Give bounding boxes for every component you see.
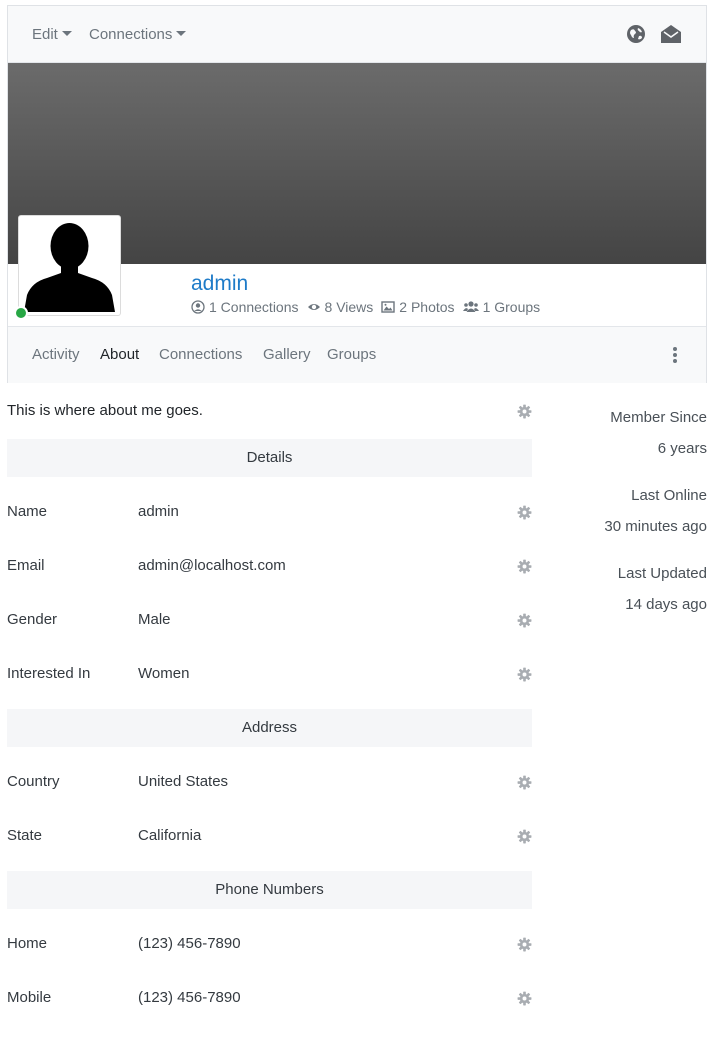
tab-groups[interactable]: Groups: [327, 346, 376, 363]
profile-username[interactable]: admin: [191, 272, 248, 296]
field-label-home: Home: [7, 935, 48, 952]
last-online-label: Last Online: [631, 487, 707, 504]
online-status-dot: [14, 306, 28, 320]
stat-connections[interactable]: 1 Connections: [191, 299, 299, 315]
stat-groups[interactable]: 1 Groups: [462, 299, 541, 315]
gear-icon[interactable]: [517, 775, 532, 790]
field-value-interested-in: Women: [138, 665, 190, 682]
stat-photos[interactable]: 2 Photos: [381, 299, 455, 315]
field-value-country: United States: [138, 773, 229, 790]
member-since-label: Member Since: [610, 409, 707, 426]
field-label-state: State: [7, 827, 43, 844]
kebab-icon[interactable]: [672, 347, 678, 365]
field-value-name: admin: [138, 503, 179, 520]
member-since-value: 6 years: [657, 440, 707, 457]
eye-icon: [307, 304, 320, 310]
gear-icon[interactable]: [517, 613, 532, 628]
last-updated-value: 14 days ago: [625, 596, 707, 613]
stat-connections-label: 1 Connections: [209, 299, 299, 315]
gear-icon[interactable]: [517, 505, 532, 520]
field-label-name: Name: [7, 503, 48, 520]
field-label-mobile: Mobile: [7, 989, 52, 1006]
stat-views[interactable]: 8 Views: [307, 299, 374, 315]
field-label-gender: Gender: [7, 611, 58, 628]
caret-down-icon: [176, 31, 187, 36]
about-text: This is where about me goes.: [7, 402, 203, 419]
edit-dropdown-button[interactable]: Edit: [32, 26, 72, 43]
user-circle-icon: [191, 300, 205, 314]
stat-photos-label: 2 Photos: [399, 299, 455, 315]
field-value-state: California: [138, 827, 202, 844]
last-updated-label: Last Updated: [617, 565, 707, 582]
stat-views-label: 8 Views: [324, 299, 374, 315]
profile-tabs: Activity About Connections Gallery Group…: [8, 326, 706, 383]
field-label-interested-in: Interested In: [7, 665, 91, 682]
envelope-open-icon[interactable]: [660, 23, 682, 45]
connections-label: Connections: [89, 26, 173, 43]
gear-icon[interactable]: [517, 937, 532, 952]
gear-icon[interactable]: [517, 829, 532, 844]
edit-label: Edit: [32, 26, 58, 43]
caret-down-icon: [61, 31, 72, 36]
field-value-home: (123) 456-7890: [138, 935, 241, 952]
gear-icon[interactable]: [517, 559, 532, 574]
gear-icon[interactable]: [517, 991, 532, 1006]
last-online-value: 30 minutes ago: [604, 518, 707, 535]
tab-connections[interactable]: Connections: [159, 346, 242, 363]
tab-gallery[interactable]: Gallery: [263, 346, 311, 363]
profile-toolbar: Edit Connections: [8, 6, 706, 63]
default-avatar-silhouette-icon: [22, 219, 117, 312]
stat-groups-label: 1 Groups: [482, 299, 541, 315]
field-value-mobile: (123) 456-7890: [138, 989, 241, 1006]
section-header-phone-numbers: Phone Numbers: [7, 871, 532, 909]
users-icon: [462, 301, 479, 312]
section-header-address: Address: [7, 709, 532, 747]
gear-icon[interactable]: [517, 667, 532, 682]
tab-about[interactable]: About: [100, 346, 139, 363]
tab-activity[interactable]: Activity: [32, 346, 80, 363]
profile-card: Edit Connections admin 1 Connections 8 V…: [7, 5, 707, 383]
connections-dropdown-button[interactable]: Connections: [89, 26, 187, 43]
profile-stats: 1 Connections 8 Views 2 Photos 1 Groups: [191, 299, 540, 315]
field-label-email: Email: [7, 557, 45, 574]
image-icon: [381, 301, 395, 313]
field-value-email: admin@localhost.com: [138, 557, 286, 574]
field-label-country: Country: [7, 773, 60, 790]
field-value-gender: Male: [138, 611, 171, 628]
gear-icon[interactable]: [517, 404, 532, 419]
avatar[interactable]: [18, 215, 121, 316]
section-header-details: Details: [7, 439, 532, 477]
globe-icon[interactable]: [625, 23, 647, 45]
